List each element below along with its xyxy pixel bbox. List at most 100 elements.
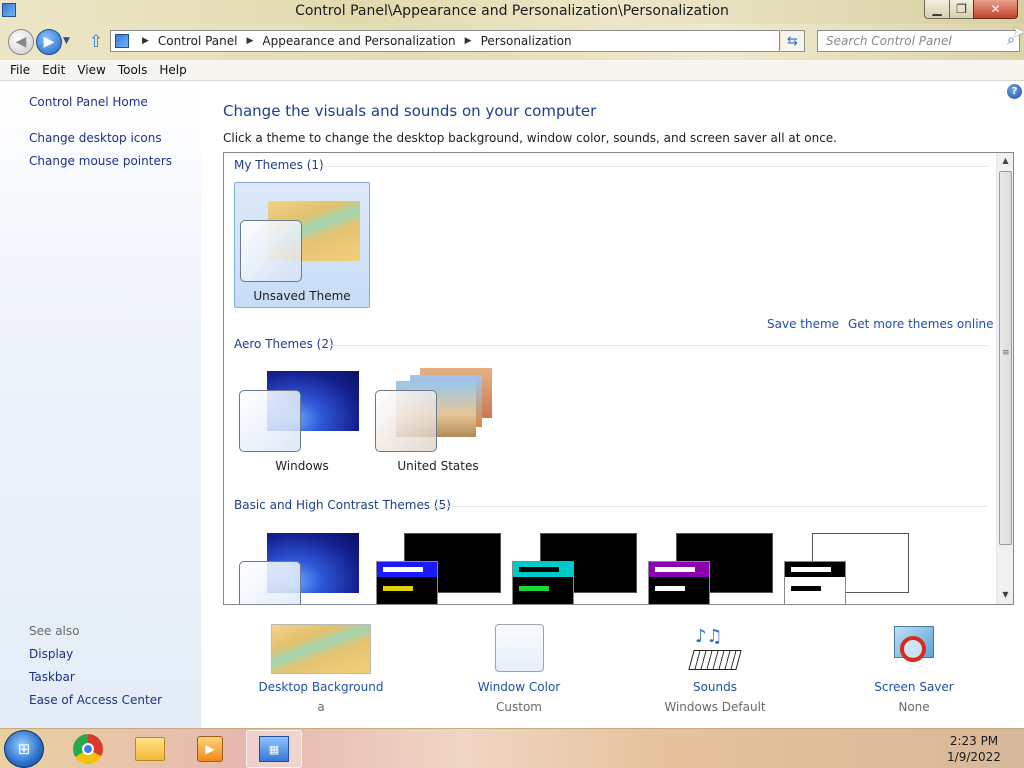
theme-list[interactable]: My Themes (1) Unsaved Theme Save theme G… xyxy=(223,152,1014,605)
text-preview xyxy=(791,567,831,572)
window-glass-preview xyxy=(375,390,437,452)
taskbar-media-player[interactable]: ▶ xyxy=(182,730,238,768)
breadcrumb-separator-icon[interactable]: ▶ xyxy=(247,36,254,46)
text-preview xyxy=(655,567,695,572)
see-also-label: See also xyxy=(29,624,80,638)
menu-bar: File Edit View Tools Help xyxy=(0,60,1024,81)
window-color-setting[interactable]: Window Color Custom xyxy=(439,624,599,714)
taskbar: ⊞ ▶ ▦ 2:23 PM 1/9/2022 xyxy=(0,728,1024,768)
sounds-icon: ♪♫ xyxy=(688,624,742,672)
up-arrow-icon[interactable]: ⇧ xyxy=(86,32,106,52)
setting-value: a xyxy=(317,700,325,714)
window-preview xyxy=(784,561,846,604)
text-preview xyxy=(519,586,549,591)
clock-date: 1/9/2022 xyxy=(947,750,1001,764)
taskbar-link[interactable]: Taskbar xyxy=(29,670,75,684)
minimize-button[interactable]: ▁ xyxy=(924,0,950,19)
group-header-basic-themes: Basic and High Contrast Themes (5) xyxy=(234,498,451,512)
menu-help[interactable]: Help xyxy=(153,63,192,77)
theme-high-contrast-white[interactable] xyxy=(778,515,914,604)
group-divider xyxy=(328,345,987,346)
text-preview xyxy=(519,567,559,572)
theme-label: Windows xyxy=(275,459,329,473)
desktop-background-icon xyxy=(271,624,371,674)
window-preview xyxy=(376,561,438,604)
address-bar[interactable]: ▶ Control Panel ▶ Appearance and Persona… xyxy=(110,30,879,52)
search-placeholder: Search Control Panel xyxy=(826,34,952,48)
theme-windows[interactable]: Windows xyxy=(234,353,370,479)
ease-of-access-link[interactable]: Ease of Access Center xyxy=(29,693,162,707)
desktop-background-setting[interactable]: Desktop Background a xyxy=(241,624,401,714)
taskbar-chrome[interactable] xyxy=(60,730,116,768)
mouse-cursor-icon: ➤ xyxy=(1012,22,1024,41)
save-theme-link[interactable]: Save theme xyxy=(767,317,839,331)
setting-label: Desktop Background xyxy=(258,680,384,694)
title-bar: Control Panel\Appearance and Personaliza… xyxy=(0,0,1024,24)
theme-windows-basic[interactable] xyxy=(234,515,370,604)
setting-label: Sounds xyxy=(692,680,738,694)
text-preview xyxy=(383,567,423,572)
scroll-grip-icon: ≡ xyxy=(1002,348,1010,358)
screen-saver-setting[interactable]: Screen Saver None xyxy=(834,624,994,714)
setting-label: Window Color xyxy=(477,680,561,694)
forward-button[interactable]: ▶ xyxy=(36,29,62,55)
breadcrumb-personalization[interactable]: Personalization xyxy=(481,34,572,48)
theme-unsaved[interactable]: Unsaved Theme xyxy=(234,182,370,308)
recent-pages-dropdown-icon[interactable]: ▼ xyxy=(63,36,70,46)
refresh-button[interactable]: ⇆ xyxy=(781,30,805,52)
menu-view[interactable]: View xyxy=(71,63,111,77)
menu-tools[interactable]: Tools xyxy=(112,63,154,77)
setting-label: Screen Saver xyxy=(874,680,954,694)
change-desktop-icons-link[interactable]: Change desktop icons xyxy=(29,131,162,145)
theme-label: Unsaved Theme xyxy=(253,289,351,303)
breadcrumb-separator-icon[interactable]: ▶ xyxy=(465,36,472,46)
get-more-themes-link[interactable]: Get more themes online xyxy=(848,317,994,331)
control-panel-icon xyxy=(115,34,129,48)
setting-value: Windows Default xyxy=(664,700,766,714)
window-title: Control Panel\Appearance and Personaliza… xyxy=(295,3,729,19)
breadcrumb-control-panel[interactable]: Control Panel xyxy=(158,34,238,48)
system-clock[interactable]: 2:23 PM 1/9/2022 xyxy=(944,733,1004,765)
scroll-thumb[interactable]: ≡ xyxy=(999,171,1012,545)
menu-file[interactable]: File xyxy=(4,63,36,77)
control-panel-home-link[interactable]: Control Panel Home xyxy=(29,95,148,109)
sounds-setting[interactable]: ♪♫ Sounds Windows Default xyxy=(635,624,795,714)
group-divider xyxy=(429,506,987,507)
help-icon[interactable]: ? xyxy=(1007,84,1022,99)
text-preview xyxy=(655,586,685,591)
theme-high-contrast-2[interactable] xyxy=(506,515,642,604)
theme-high-contrast-black[interactable] xyxy=(642,515,778,604)
breadcrumb-separator-icon[interactable]: ▶ xyxy=(142,36,149,46)
page-title: Change the visuals and sounds on your co… xyxy=(223,102,597,120)
menu-edit[interactable]: Edit xyxy=(36,63,71,77)
page-description: Click a theme to change the desktop back… xyxy=(223,131,837,145)
breadcrumb-appearance[interactable]: Appearance and Personalization xyxy=(262,34,455,48)
scroll-down-icon[interactable]: ▼ xyxy=(997,587,1013,603)
window-glass-preview xyxy=(239,561,301,604)
taskbar-control-panel[interactable]: ▦ xyxy=(246,730,302,768)
control-panel-icon: ▦ xyxy=(259,736,289,762)
back-button[interactable]: ◀ xyxy=(8,29,34,55)
task-pane: Control Panel Home Change desktop icons … xyxy=(0,81,201,728)
scroll-up-icon[interactable]: ▲ xyxy=(997,153,1013,169)
maximize-button[interactable]: ❐ xyxy=(949,0,974,19)
setting-value: None xyxy=(898,700,930,714)
close-button[interactable]: ✕ xyxy=(973,0,1018,19)
change-mouse-pointers-link[interactable]: Change mouse pointers xyxy=(29,154,172,168)
group-header-aero-themes: Aero Themes (2) xyxy=(234,337,334,351)
screen-saver-icon xyxy=(890,624,938,672)
start-button[interactable]: ⊞ xyxy=(4,730,44,768)
theme-united-states[interactable]: United States xyxy=(370,353,506,479)
search-input[interactable]: Search Control Panel ⌕ xyxy=(817,30,1020,52)
window-preview xyxy=(512,561,574,604)
display-link[interactable]: Display xyxy=(29,647,73,661)
folder-icon xyxy=(135,737,165,761)
theme-high-contrast-1[interactable] xyxy=(370,515,506,604)
main-pane: ? Change the visuals and sounds on your … xyxy=(201,81,1024,728)
text-preview xyxy=(383,586,413,591)
media-player-icon: ▶ xyxy=(197,736,223,762)
setting-value: Custom xyxy=(496,700,542,714)
taskbar-explorer[interactable] xyxy=(122,730,178,768)
vertical-scrollbar[interactable]: ▲ ≡ ▼ xyxy=(996,153,1013,604)
text-preview xyxy=(791,586,821,591)
